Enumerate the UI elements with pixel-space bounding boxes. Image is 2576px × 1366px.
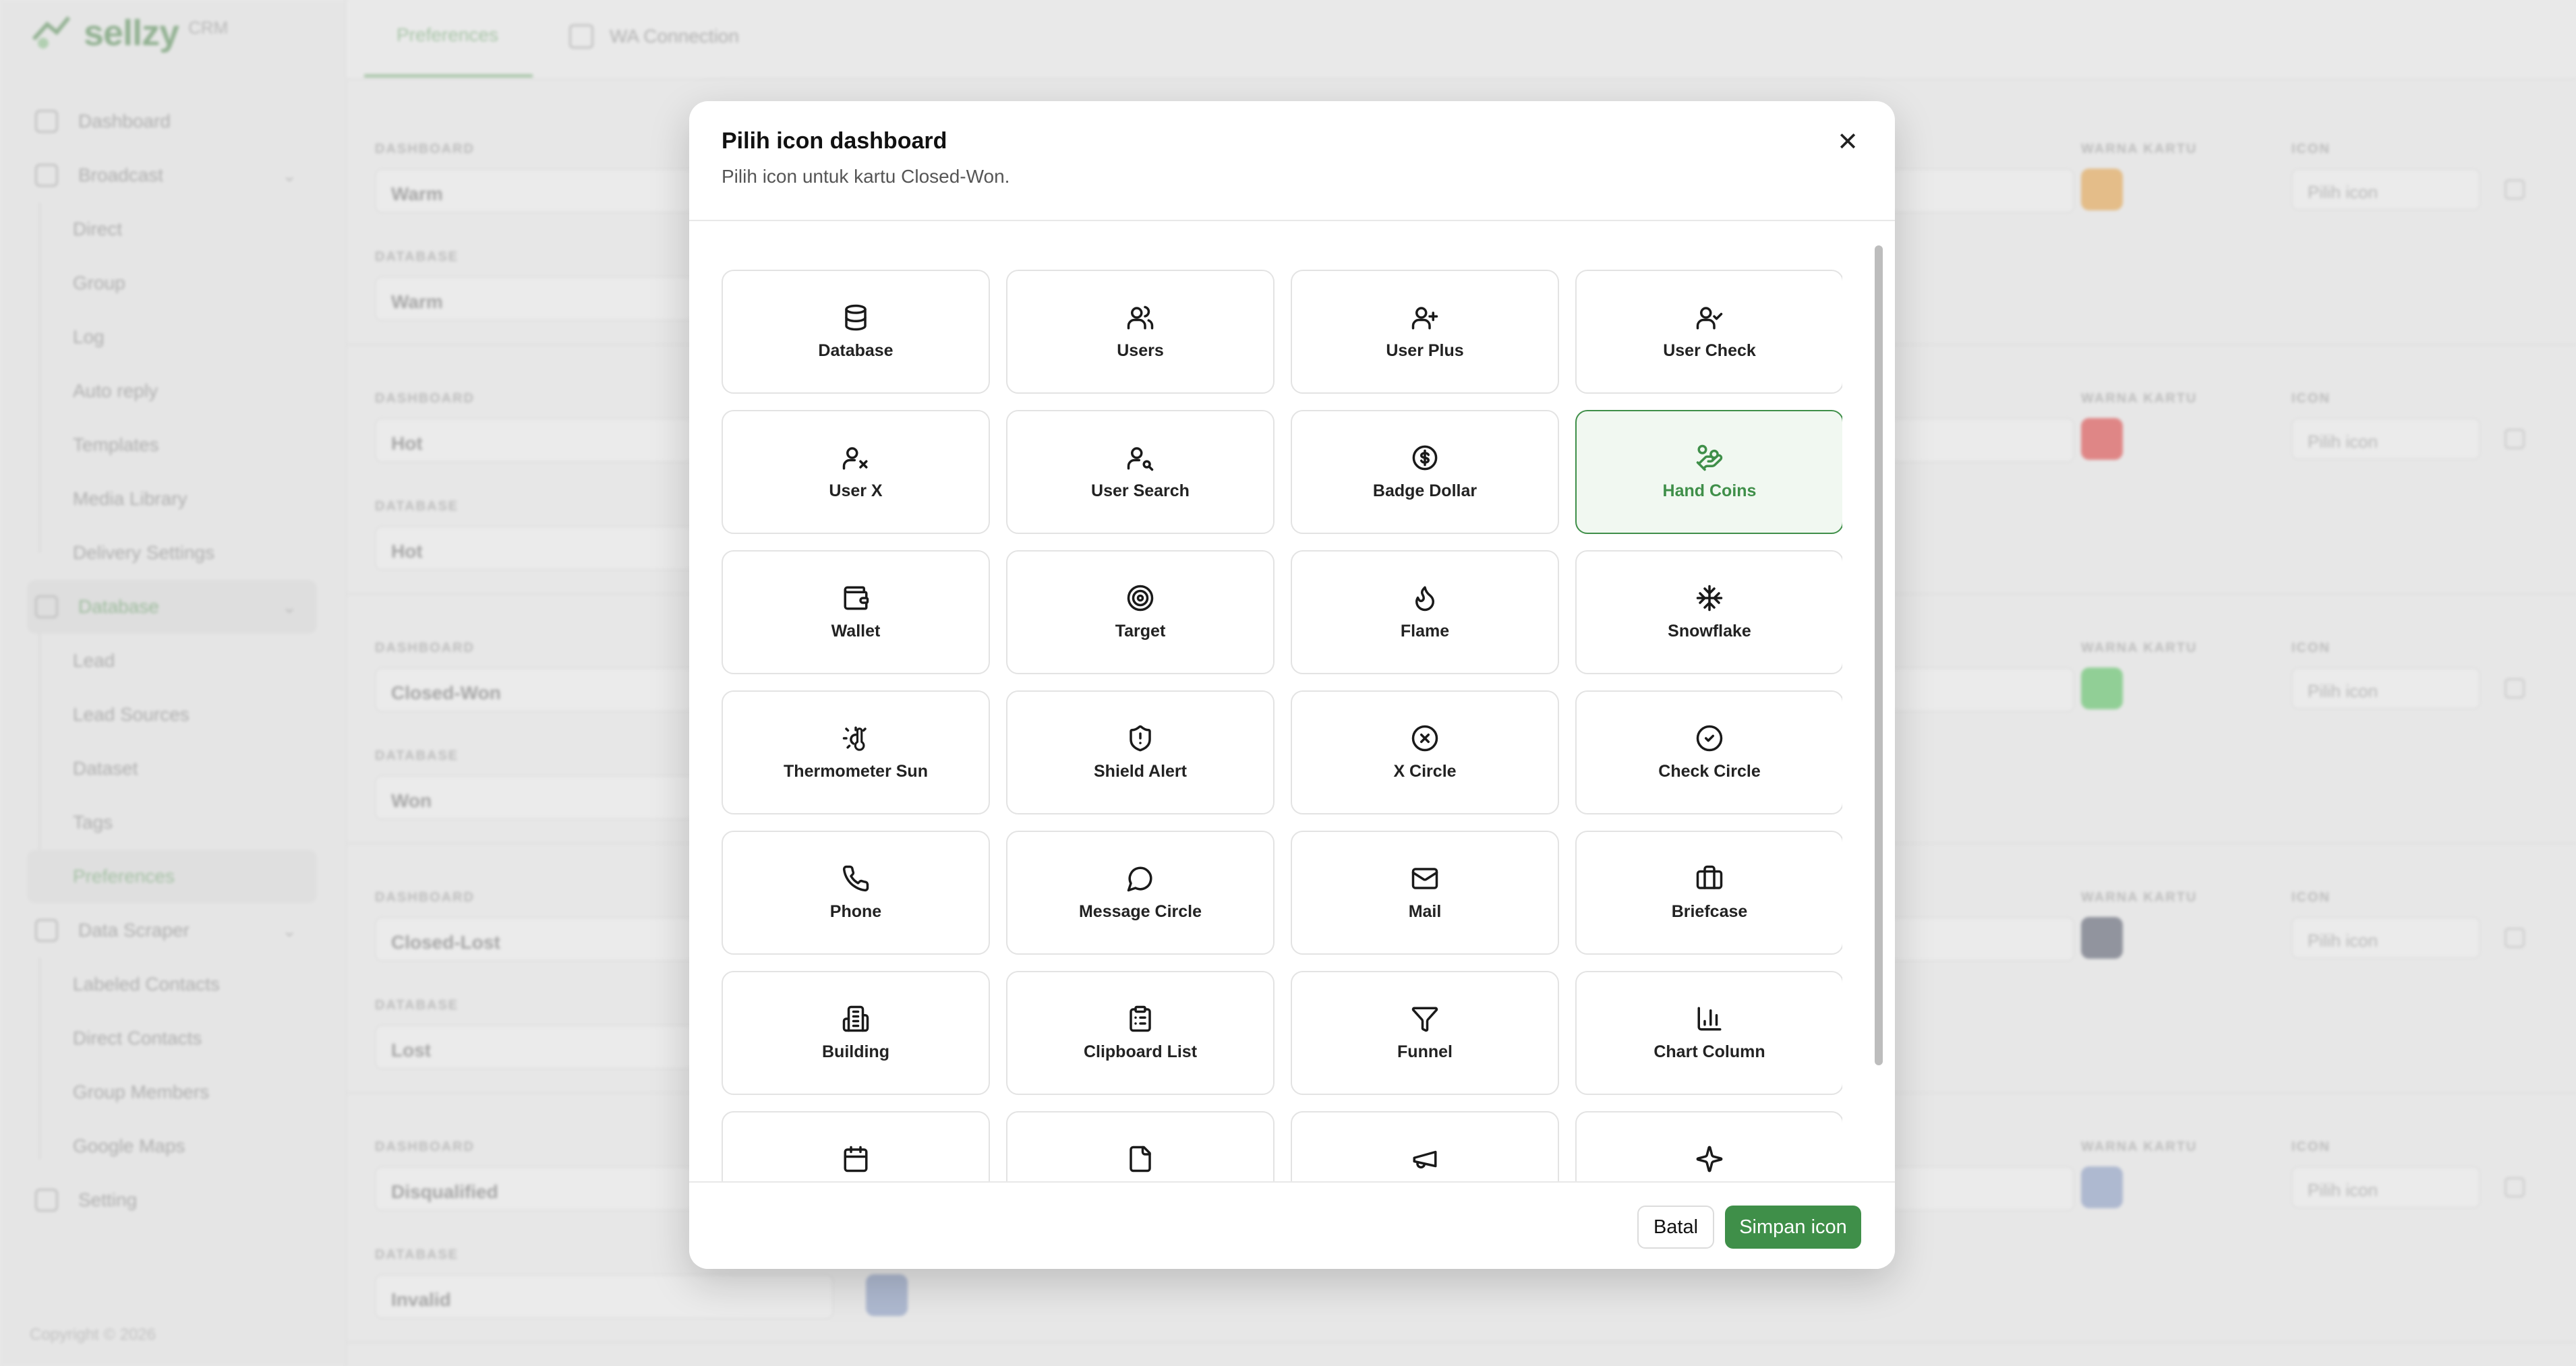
icon-option-label: Shield Alert — [1094, 761, 1187, 781]
icon-option-user-check[interactable]: User Check — [1575, 270, 1842, 394]
icon-option-shield-alert[interactable]: Shield Alert — [1006, 690, 1275, 814]
file-icon — [1130, 1146, 1151, 1172]
icon-option-flame[interactable]: Flame — [1291, 550, 1559, 674]
briefcase-icon — [1696, 865, 1723, 889]
icon-option-funnel[interactable]: Funnel — [1291, 971, 1559, 1095]
database-icon — [845, 304, 867, 330]
icon-option-check-circle[interactable]: Check Circle — [1575, 690, 1842, 814]
icon-option-label: Flame — [1400, 621, 1450, 641]
megaphone-icon — [1413, 1150, 1437, 1168]
phone-icon — [842, 865, 869, 891]
icon-option-label: Wallet — [831, 621, 881, 641]
icon-option-label: Clipboard List — [1083, 1042, 1198, 1061]
badge-dollar-icon — [1412, 445, 1438, 470]
funnel-icon — [1411, 1007, 1438, 1032]
dialog-title: Pilih icon dashboard — [722, 128, 947, 154]
save-icon-button[interactable]: Simpan icon — [1725, 1206, 1861, 1249]
icon-option-label: Briefcase — [1671, 901, 1748, 921]
icon-option-database[interactable]: Database — [722, 270, 990, 394]
icon-option-label: X Circle — [1393, 761, 1457, 781]
icon-option-phone[interactable]: Phone — [722, 831, 990, 955]
icon-option-badge-dollar[interactable]: Badge Dollar — [1291, 410, 1559, 534]
calendar-icon — [844, 1146, 868, 1172]
icon-option-clipboard-list[interactable]: Clipboard List — [1006, 971, 1275, 1095]
icon-option-mail[interactable]: Mail — [1291, 831, 1559, 955]
icon-option-label: Check Circle — [1658, 761, 1761, 781]
message-circle-icon — [1127, 866, 1152, 891]
icon-option-label: Database — [818, 340, 894, 360]
icon-option-wallet[interactable]: Wallet — [722, 550, 990, 674]
flame-icon — [1415, 586, 1434, 611]
users-icon — [1127, 305, 1154, 329]
sparkles-icon — [1696, 1146, 1723, 1172]
icon-option-label: Snowflake — [1668, 621, 1751, 641]
icon-option-label: Mail — [1408, 901, 1442, 921]
close-icon[interactable]: ✕ — [1830, 124, 1865, 159]
icon-option-building[interactable]: Building — [722, 971, 990, 1095]
dialog-scrollbar[interactable] — [1872, 245, 1885, 1257]
icon-option-user-x[interactable]: User X — [722, 410, 990, 534]
icon-option-x-circle[interactable]: X Circle — [1291, 690, 1559, 814]
icon-option-label: Hand Coins — [1662, 481, 1757, 500]
icon-option-hand-coins[interactable]: Hand Coins — [1575, 410, 1842, 534]
target-icon — [1127, 585, 1154, 611]
icon-option-chart-column[interactable]: Chart Column — [1575, 971, 1842, 1095]
dialog-header-divider — [689, 220, 1895, 221]
building-icon — [842, 1005, 869, 1032]
user-check-icon — [1696, 306, 1723, 329]
check-circle-icon — [1696, 725, 1723, 751]
scrollbar-thumb[interactable] — [1875, 245, 1883, 1065]
icon-option-label: Thermometer Sun — [784, 761, 928, 781]
icon-picker-dialog: Pilih icon dashboard Pilih icon untuk ka… — [689, 101, 1895, 1269]
icon-option-label: Phone — [829, 901, 882, 921]
icon-option-label: User X — [829, 481, 883, 500]
cancel-button[interactable]: Batal — [1637, 1206, 1714, 1249]
icon-option-label: Building — [822, 1042, 889, 1061]
user-search-icon — [1127, 446, 1154, 471]
icon-option-label: Badge Dollar — [1372, 481, 1477, 500]
icon-option-user-search[interactable]: User Search — [1006, 410, 1275, 534]
icon-option-user-plus[interactable]: User Plus — [1291, 270, 1559, 394]
chart-column-icon — [1697, 1007, 1722, 1030]
icon-option-label: Users — [1117, 340, 1164, 360]
icon-option-label: User Check — [1663, 340, 1756, 360]
dialog-subtitle: Pilih icon untuk kartu Closed-Won. — [722, 166, 1010, 187]
shield-alert-icon — [1130, 725, 1151, 751]
wallet-icon — [844, 586, 869, 610]
user-x-icon — [842, 446, 868, 469]
clipboard-list-icon — [1130, 1005, 1151, 1032]
icon-option-thermometer-sun[interactable]: Thermometer Sun — [722, 690, 990, 814]
mail-icon — [1411, 867, 1438, 889]
icon-option-label: Funnel — [1397, 1042, 1453, 1061]
snowflake-icon — [1696, 585, 1723, 611]
icon-option-label: Chart Column — [1653, 1042, 1765, 1061]
user-plus-icon — [1411, 306, 1438, 329]
icon-option-label: User Plus — [1386, 340, 1464, 360]
icon-option-briefcase[interactable]: Briefcase — [1575, 831, 1842, 955]
icon-option-message-circle[interactable]: Message Circle — [1006, 831, 1275, 955]
thermometer-sun-icon — [842, 726, 867, 751]
icon-option-label: Target — [1115, 621, 1166, 641]
hand-coins-icon — [1696, 444, 1723, 471]
icon-option-target[interactable]: Target — [1006, 550, 1275, 674]
x-circle-icon — [1411, 725, 1438, 751]
icon-option-label: User Search — [1091, 481, 1190, 500]
icon-option-snowflake[interactable]: Snowflake — [1575, 550, 1842, 674]
icon-grid: Database Users User Plus User Check User X Us… — [722, 270, 1842, 1262]
icon-option-label: Message Circle — [1078, 901, 1202, 921]
icon-option-users[interactable]: Users — [1006, 270, 1275, 394]
